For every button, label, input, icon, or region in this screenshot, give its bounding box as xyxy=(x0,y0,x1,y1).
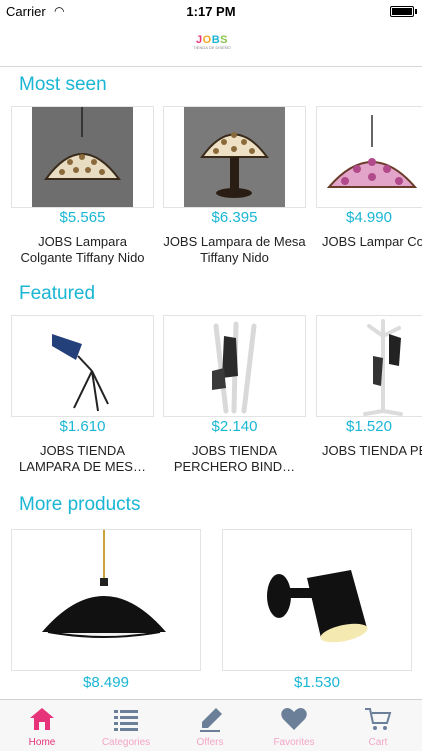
product-card-image[interactable] xyxy=(11,106,154,208)
product-photo xyxy=(363,319,403,416)
tab-label: Cart xyxy=(368,737,388,748)
tab-offers[interactable]: Offers xyxy=(168,700,252,751)
cart-icon xyxy=(365,708,392,730)
product-price: $2.140 xyxy=(211,418,258,435)
nav-bar: JOBS TIENDA DE DISEÑO xyxy=(0,22,422,67)
product-photo xyxy=(184,107,285,207)
product-name[interactable]: JOBS Lampara de Mesa Tiffany Nido xyxy=(163,234,306,266)
product-card-image[interactable] xyxy=(222,529,412,671)
product-name[interactable]: JOBS TIENDA PERCHERO BIND… xyxy=(163,443,306,475)
product-card-image[interactable] xyxy=(316,106,422,208)
home-icon xyxy=(30,708,54,730)
product-price: $8.499 xyxy=(83,674,129,691)
product-price: $6.395 xyxy=(211,209,258,226)
tag-icon xyxy=(200,708,222,732)
list-icon xyxy=(114,710,138,731)
tab-home[interactable]: Home xyxy=(0,700,84,751)
product-name[interactable]: JOBS TIENDA LAMPARA DE MES… xyxy=(11,443,154,475)
product-price: $1.520 xyxy=(346,418,392,435)
brand-logo[interactable]: JOBS TIENDA DE DISEÑO xyxy=(192,34,232,56)
status-bar: Carrier ◠ 1:17 PM xyxy=(0,0,422,22)
product-price: $1.530 xyxy=(294,674,340,691)
product-card-image[interactable] xyxy=(11,315,154,417)
product-price: $4.990 xyxy=(346,209,392,226)
tab-label: Home xyxy=(28,737,56,748)
product-card-image[interactable] xyxy=(316,315,422,417)
heart-icon xyxy=(281,708,307,730)
product-photo xyxy=(42,530,166,638)
product-name[interactable]: JOBS Lampar Colgante Tiffany xyxy=(322,234,422,250)
tab-cart[interactable]: Cart xyxy=(336,700,420,751)
tab-label: Categories xyxy=(101,737,151,748)
product-photo xyxy=(52,334,109,412)
section-title-more-products: More products xyxy=(19,494,141,515)
tab-label: Favorites xyxy=(273,737,315,748)
product-card-image[interactable] xyxy=(163,315,306,417)
tab-categories[interactable]: Categories xyxy=(84,700,168,751)
product-photo xyxy=(267,570,368,643)
section-title-most-seen: Most seen xyxy=(19,74,107,95)
clock: 1:17 PM xyxy=(186,4,236,19)
section-title-featured: Featured xyxy=(19,283,96,304)
product-name[interactable]: JOBS TIENDA PERCHERO SOL xyxy=(322,443,422,459)
battery-icon xyxy=(390,6,417,17)
product-photo xyxy=(326,115,418,188)
product-price: $5.565 xyxy=(59,209,106,226)
tab-favorites[interactable]: Favorites xyxy=(252,700,336,751)
product-photo xyxy=(212,321,257,414)
product-price: $1.610 xyxy=(59,418,106,435)
product-photo xyxy=(32,107,133,207)
product-card-image[interactable] xyxy=(163,106,306,208)
product-card-image[interactable] xyxy=(11,529,201,671)
product-name[interactable]: JOBS Lampara Colgante Tiffany Nido xyxy=(11,234,154,266)
tab-label: Offers xyxy=(196,737,224,748)
tab-bar: Home Categories Offers Favorites Cart xyxy=(0,699,422,751)
